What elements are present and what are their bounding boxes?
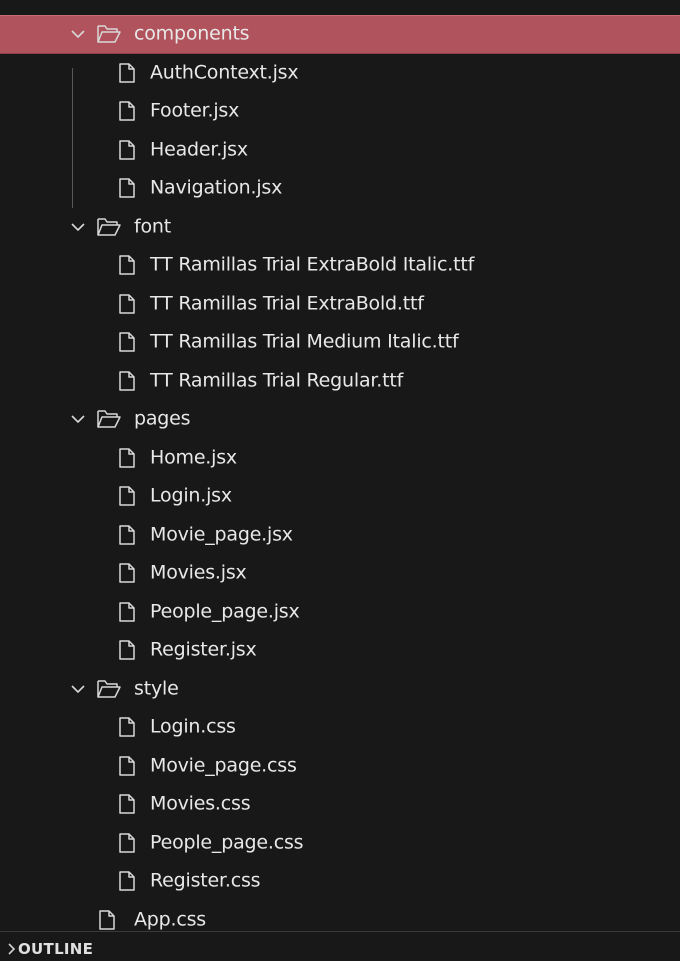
file-icon [99, 910, 115, 930]
item-label: Footer.jsx [150, 99, 240, 122]
item-label: Register.css [150, 869, 261, 892]
folder-pages[interactable]: pages [0, 400, 680, 439]
chevron-down-icon [71, 685, 85, 693]
file-item[interactable]: Register.jsx [0, 631, 680, 670]
item-label: TT Ramillas Trial ExtraBold.ttf [150, 292, 424, 315]
item-label: pages [134, 407, 191, 430]
item-label: Login.jsx [150, 484, 232, 507]
file-icon [119, 255, 135, 275]
item-label: People_page.css [150, 831, 304, 854]
item-label: TT Ramillas Trial ExtraBold Italic.ttf [150, 253, 475, 276]
item-label: components [134, 22, 250, 45]
folder-open-icon [97, 680, 121, 698]
outline-section-header[interactable]: OUTLINE [0, 931, 680, 961]
item-label: Header.jsx [150, 138, 248, 161]
explorer-panel: components AuthContext.jsx Footer.jsx Heade… [0, 0, 680, 961]
file-item[interactable]: People_page.css [0, 824, 680, 863]
file-item[interactable]: Movie_page.jsx [0, 516, 680, 555]
file-item[interactable]: Movies.jsx [0, 554, 680, 593]
item-label: TT Ramillas Trial Medium Italic.ttf [150, 330, 459, 353]
file-item[interactable]: Movie_page.css [0, 747, 680, 786]
file-item[interactable]: People_page.jsx [0, 593, 680, 632]
file-item[interactable]: Navigation.jsx [0, 169, 680, 208]
file-item[interactable]: Login.jsx [0, 477, 680, 516]
chevron-down-icon [71, 30, 85, 39]
file-icon [119, 794, 135, 814]
outline-label: OUTLINE [18, 940, 94, 958]
file-item[interactable]: TT Ramillas Trial Regular.ttf [0, 362, 680, 401]
panel-top-edge [0, 0, 680, 15]
item-label: AuthContext.jsx [150, 61, 299, 84]
folder-open-icon [97, 410, 121, 428]
file-item[interactable]: TT Ramillas Trial ExtraBold Italic.ttf [0, 246, 680, 285]
file-item[interactable]: AuthContext.jsx [0, 54, 680, 93]
file-icon [119, 563, 135, 583]
item-label: Home.jsx [150, 446, 237, 469]
item-label: Movies.jsx [150, 561, 247, 584]
file-icon [119, 871, 135, 891]
file-icon [119, 486, 135, 506]
item-label: font [134, 215, 172, 238]
file-icon [119, 602, 135, 622]
file-item[interactable]: TT Ramillas Trial ExtraBold.ttf [0, 285, 680, 324]
folder-font[interactable]: font [0, 208, 680, 247]
file-item[interactable]: TT Ramillas Trial Medium Italic.ttf [0, 323, 680, 362]
file-icon [119, 756, 135, 776]
item-label: Movies.css [150, 792, 251, 815]
item-label: App.css [134, 908, 207, 931]
file-item[interactable]: Movies.css [0, 785, 680, 824]
folder-open-icon [97, 218, 121, 236]
file-icon [119, 448, 135, 468]
item-label: Movie_page.css [150, 754, 297, 777]
file-icon [119, 717, 135, 737]
file-icon [119, 101, 135, 121]
folder-components[interactable]: components [0, 15, 680, 54]
file-icon [119, 640, 135, 660]
file-icon [119, 63, 135, 83]
item-label: style [134, 677, 179, 700]
file-icon [119, 371, 135, 391]
file-icon [119, 140, 135, 160]
indent-guide [72, 68, 73, 208]
file-item[interactable]: Register.css [0, 862, 680, 901]
folder-open-icon [97, 25, 121, 43]
chevron-down-icon [71, 223, 85, 231]
item-label: Login.css [150, 715, 236, 738]
folder-style[interactable]: style [0, 670, 680, 709]
item-label: People_page.jsx [150, 600, 300, 623]
file-icon [119, 332, 135, 352]
file-icon [119, 833, 135, 853]
file-item[interactable]: Footer.jsx [0, 92, 680, 131]
file-icon [119, 178, 135, 198]
item-label: Navigation.jsx [150, 176, 283, 199]
file-item[interactable]: Home.jsx [0, 439, 680, 478]
file-icon [119, 525, 135, 545]
file-tree: components AuthContext.jsx Footer.jsx Heade… [0, 15, 680, 939]
item-label: TT Ramillas Trial Regular.ttf [150, 369, 404, 392]
file-icon [119, 294, 135, 314]
item-label: Register.jsx [150, 638, 257, 661]
item-label: Movie_page.jsx [150, 523, 293, 546]
file-item[interactable]: Header.jsx [0, 131, 680, 170]
file-item[interactable]: Login.css [0, 708, 680, 747]
chevron-down-icon [71, 415, 85, 424]
